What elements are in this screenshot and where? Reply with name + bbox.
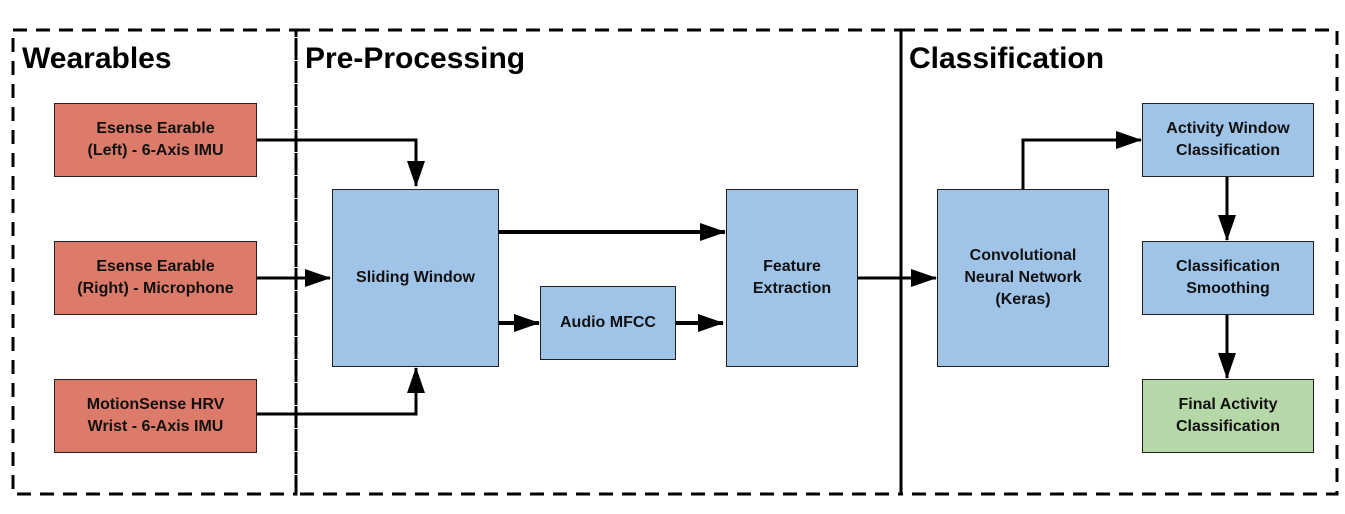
edge-cnn-to-activity-window — [1021, 131, 1142, 189]
node-motionsense[interactable]: MotionSense HRV Wrist - 6-Axis IMU — [54, 379, 257, 453]
node-activity-window-classification[interactable]: Activity Window Classification — [1142, 103, 1314, 177]
node-sliding-window[interactable]: Sliding Window — [332, 189, 499, 367]
section-title-wearables: Wearables — [22, 42, 172, 75]
edge-motionsense-to-sliding-window — [256, 367, 425, 416]
node-feature-extraction[interactable]: Feature Extraction — [726, 189, 858, 367]
node-classification-smoothing[interactable]: Classification Smoothing — [1142, 241, 1314, 315]
node-esense-right[interactable]: Esense Earable (Right) - Microphone — [54, 241, 257, 315]
node-cnn[interactable]: Convolutional Neural Network (Keras) — [937, 189, 1109, 367]
section-title-preprocessing: Pre-Processing — [305, 42, 526, 75]
node-esense-left[interactable]: Esense Earable (Left) - 6-Axis IMU — [54, 103, 257, 177]
node-final-activity-classification[interactable]: Final Activity Classification — [1142, 379, 1314, 453]
edge-esense-left-to-sliding-window — [256, 138, 425, 187]
node-audio-mfcc[interactable]: Audio MFCC — [540, 286, 676, 360]
section-title-classification: Classification — [909, 42, 1105, 75]
